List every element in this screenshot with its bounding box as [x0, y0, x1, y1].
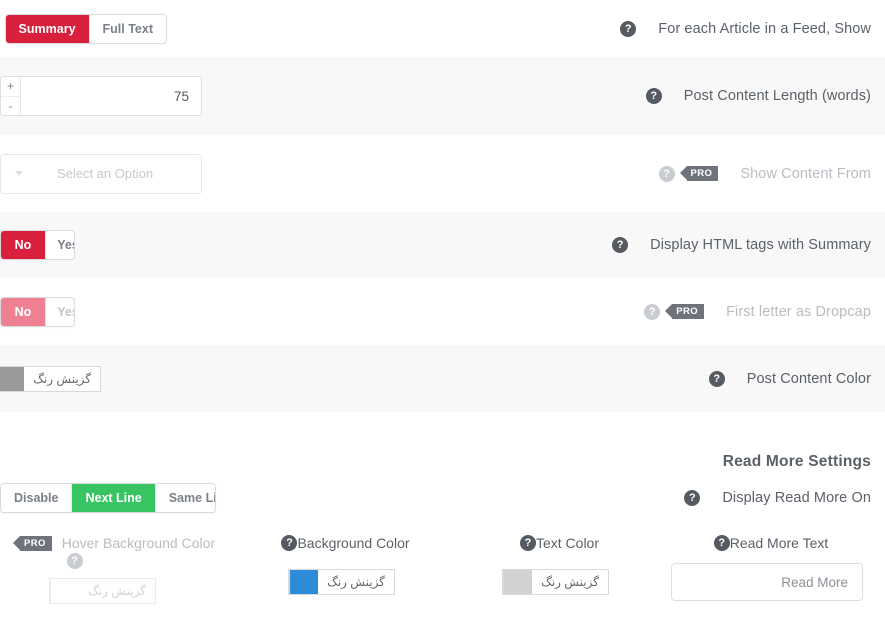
segment-option-yes[interactable]: Yes	[46, 297, 74, 326]
row-article-display: For each Article in a Feed, Show ? Summa…	[0, 0, 885, 57]
cell-label: Hover Background Color	[61, 535, 216, 551]
cell-header: Text Color ?	[512, 535, 599, 551]
row-post-content-color: Post Content Color ? گزینش رنگ	[0, 345, 885, 412]
minus-icon[interactable]: -	[1, 96, 20, 115]
segmented-control-article-display[interactable]: Summary Full Text	[4, 13, 167, 44]
chevron-down-icon	[15, 171, 23, 176]
row-label: Display Read More On	[722, 490, 871, 506]
control-slot: گزینش رنگ	[0, 365, 101, 392]
control-slot: No Yes	[0, 230, 75, 260]
cell-header: Read More Text ?	[706, 535, 829, 551]
cell-read-more-text: Read More Text ? Read More	[663, 535, 871, 604]
cell-background-color: Background Color ? گزینش رنگ	[235, 535, 448, 604]
help-circle-icon[interactable]: ?	[620, 20, 637, 37]
cell-body: گزینش رنگ	[288, 569, 395, 595]
segment-option-summary[interactable]: Summary	[5, 14, 90, 43]
segmented-control-first-letter-dropcap[interactable]: No Yes	[0, 296, 75, 327]
segmented-control-display-read-more-on[interactable]: Disable Next Line Same Line	[0, 483, 216, 513]
color-picker-background-color[interactable]: گزینش رنگ	[288, 569, 395, 595]
quantity-value[interactable]: 75	[21, 77, 201, 115]
row-label: First letter as Dropcap	[726, 303, 871, 320]
cell-body: Read More	[671, 563, 863, 601]
control-slot: Disable Next Line Same Line	[0, 483, 216, 513]
row-label: Post Content Color	[746, 370, 871, 387]
read-more-options-grid: Read More Text ? Read More Text Color ? …	[0, 527, 885, 604]
segment-option-no[interactable]: No	[1, 297, 46, 326]
cell-text-color: Text Color ? گزینش رنگ	[448, 535, 663, 604]
control-slot: Summary Full Text	[0, 13, 167, 44]
cell-label: Read More Text	[729, 535, 829, 551]
help-circle-icon[interactable]: ?	[708, 370, 725, 387]
color-picker-label: گزینش رنگ	[541, 575, 599, 589]
segment-option-disable[interactable]: Disable	[1, 484, 73, 512]
color-picker-post-content-color[interactable]: گزینش رنگ	[0, 365, 101, 392]
row-display-read-more-on: Display Read More On ? Disable Next Line…	[0, 469, 885, 527]
cell-body: گزینش رنگ	[49, 578, 186, 604]
section-heading-read-more: Read More Settings	[722, 453, 871, 470]
row-post-content-length: Post Content Length (words) ? 75 + -	[0, 57, 885, 135]
help-circle-icon[interactable]: ?	[644, 303, 661, 320]
segment-option-next-line[interactable]: Next Line	[72, 484, 156, 512]
row-label: Show Content From	[740, 165, 871, 182]
cell-hover-background-color: Hover Background Color PRO ? گزینش رنگ	[0, 535, 235, 604]
pro-badge: PRO	[665, 304, 705, 319]
cell-label: Text Color	[535, 535, 600, 551]
control-slot: 75 + -	[0, 76, 202, 116]
help-circle-icon[interactable]: ?	[281, 535, 298, 551]
help-circle-icon[interactable]: ?	[684, 490, 701, 506]
control-slot: Select an Option	[0, 153, 202, 194]
select-show-content-from[interactable]: Select an Option	[0, 153, 202, 194]
help-circle-icon[interactable]: ?	[645, 88, 662, 104]
cell-body: گزینش رنگ	[502, 569, 609, 595]
color-picker-label: گزینش رنگ	[33, 371, 91, 386]
help-circle-icon[interactable]: ?	[713, 535, 730, 551]
control-slot: No Yes	[0, 296, 75, 327]
row-label: Display HTML tags with Summary	[650, 237, 871, 253]
segment-option-same-line[interactable]: Same Line	[155, 484, 215, 512]
row-label: For each Article in a Feed, Show	[658, 20, 871, 37]
help-circle-icon[interactable]: ?	[658, 165, 675, 182]
cell-label: Background Color	[297, 535, 410, 551]
help-wrapper: ?	[0, 553, 235, 569]
color-picker-label: گزینش رنگ	[327, 575, 385, 589]
help-circle-icon[interactable]: ?	[66, 553, 83, 569]
color-picker-label: گزینش رنگ	[88, 584, 146, 598]
row-first-letter-dropcap: First letter as Dropcap PRO ? No Yes	[0, 278, 885, 345]
color-swatch[interactable]	[0, 366, 25, 391]
segment-option-yes[interactable]: Yes	[46, 231, 74, 259]
segment-option-full-text[interactable]: Full Text	[89, 14, 166, 43]
color-swatch[interactable]	[50, 579, 80, 603]
stepper-buttons: + -	[1, 77, 21, 115]
row-label: Post Content Length (words)	[683, 88, 871, 104]
quantity-stepper-post-content-length[interactable]: 75 + -	[0, 76, 202, 116]
color-picker-text-color[interactable]: گزینش رنگ	[502, 569, 609, 595]
row-show-content-from: Show Content From PRO ? Select an Option	[0, 135, 885, 212]
cell-header: Background Color ?	[273, 535, 410, 551]
plus-icon[interactable]: +	[1, 77, 20, 97]
read-more-text-input[interactable]: Read More	[671, 563, 863, 601]
pro-badge: PRO	[12, 535, 52, 551]
segment-option-no[interactable]: No	[1, 231, 46, 259]
row-display-html-tags: Display HTML tags with Summary ? No Yes	[0, 212, 885, 278]
select-placeholder: Select an Option	[56, 166, 154, 181]
color-swatch[interactable]	[289, 570, 319, 594]
pro-badge: PRO	[679, 166, 719, 181]
cell-header: Hover Background Color PRO	[12, 535, 216, 551]
help-circle-icon[interactable]: ?	[612, 237, 629, 253]
color-picker-hover-background-color[interactable]: گزینش رنگ	[49, 578, 156, 604]
segmented-control-display-html-tags[interactable]: No Yes	[0, 230, 75, 260]
color-swatch[interactable]	[503, 570, 533, 594]
help-circle-icon[interactable]: ?	[519, 535, 536, 551]
